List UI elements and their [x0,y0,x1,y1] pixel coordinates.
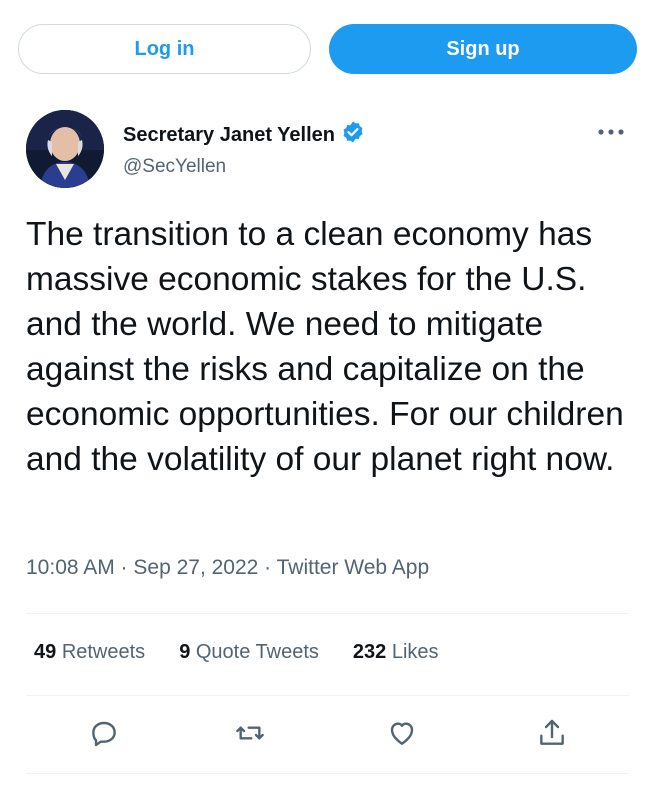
login-button[interactable]: Log in [18,24,311,74]
auth-bar: Log in Sign up [18,24,637,74]
divider [26,773,629,774]
tweet-actions [86,715,586,755]
share-icon[interactable] [534,715,570,751]
quotes-label: Quote Tweets [195,641,319,663]
verified-badge-icon [341,120,365,150]
avatar[interactable] [26,110,104,188]
likes-label: Likes [391,641,439,663]
divider [26,613,629,614]
retweets-stat[interactable]: 49 Retweets [34,641,145,664]
more-options-icon[interactable] [597,124,625,142]
quotes-stat[interactable]: 9 Quote Tweets [179,641,319,664]
likes-stat[interactable]: 232 Likes [353,641,439,664]
author-handle[interactable]: @SecYellen [123,156,365,178]
author-name[interactable]: Secretary Janet Yellen [123,124,335,147]
author-name-row: Secretary Janet Yellen [123,120,365,150]
quotes-count: 9 [179,641,191,663]
tweet-timestamp[interactable]: 10:08 AM · Sep 27, 2022 · Twitter Web Ap… [26,556,429,580]
retweet-icon[interactable] [232,715,268,751]
likes-count: 232 [352,641,387,663]
tweet-header: Secretary Janet Yellen @SecYellen [26,110,631,190]
signup-button[interactable]: Sign up [329,24,637,74]
reply-icon[interactable] [86,715,122,751]
heart-icon[interactable] [384,715,420,751]
retweets-count: 49 [34,641,57,663]
tweet-stats: 49 Retweets 9 Quote Tweets 232 Likes [34,641,473,664]
divider [26,695,629,696]
tweet-text: The transition to a clean economy has ma… [26,216,624,478]
retweets-label: Retweets [61,641,146,663]
